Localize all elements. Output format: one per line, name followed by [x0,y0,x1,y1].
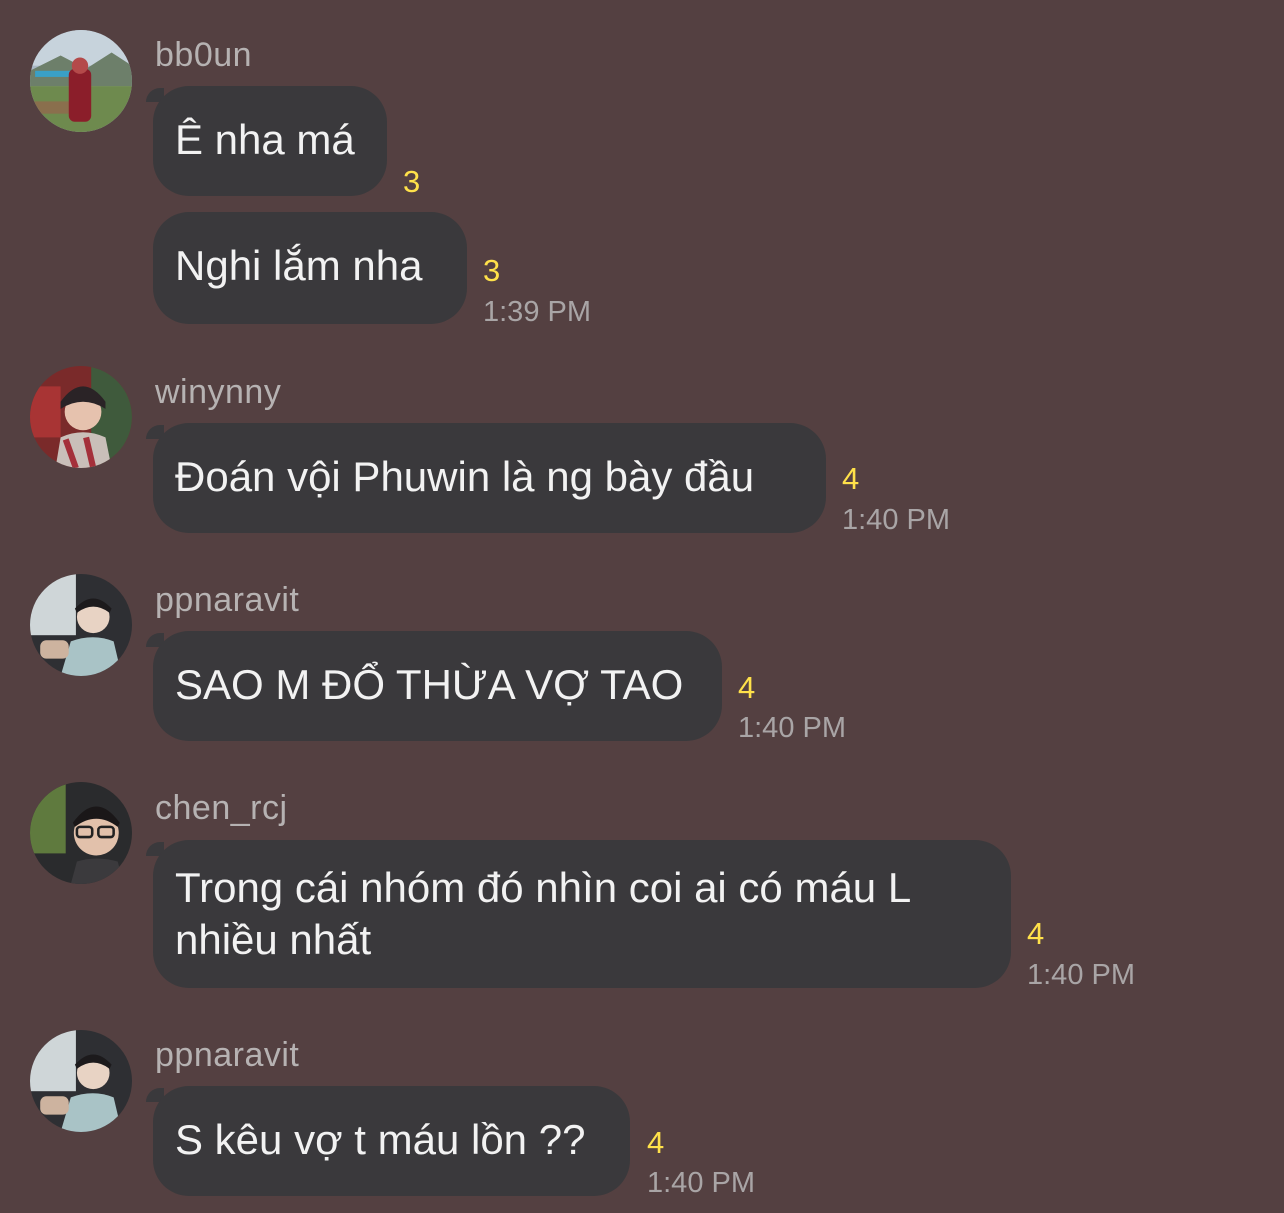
sender-name: ppnaravit [155,1036,300,1074]
avatar-ppnaravit[interactable] [30,1030,132,1132]
reaction-count[interactable]: 4 [738,671,755,705]
message-bubble[interactable]: Đoán vội Phuwin là ng bày đầu [153,423,826,533]
message-timestamp: 1:40 PM [647,1167,755,1199]
sender-name: winynny [155,373,282,411]
message-bubble[interactable]: SAO M ĐỔ THỪA VỢ TAO [153,631,722,741]
reaction-count[interactable]: 4 [647,1126,664,1160]
avatar-bb0un[interactable] [30,30,132,132]
message-timestamp: 1:40 PM [1027,959,1135,991]
message-timestamp: 1:40 PM [738,712,846,744]
reaction-count[interactable]: 3 [483,254,500,288]
sender-name: bb0un [155,36,253,74]
sender-name: ppnaravit [155,581,300,619]
reaction-count[interactable]: 4 [842,462,859,496]
message-bubble[interactable]: Trong cái nhóm đó nhìn coi ai có máu L n… [153,840,1011,988]
reaction-count[interactable]: 3 [403,165,420,199]
message-bubble[interactable]: Ê nha má [153,86,387,196]
avatar-ppnaravit[interactable] [30,574,132,676]
sender-name: chen_rcj [155,789,288,827]
message-timestamp: 1:39 PM [483,296,591,328]
avatar-winynny[interactable] [30,366,132,468]
message-bubble[interactable]: Nghi lắm nha [153,212,467,324]
reaction-count[interactable]: 4 [1027,917,1044,951]
avatar-chen_rcj[interactable] [30,782,132,884]
message-bubble[interactable]: S kêu vợ t máu lồn ?? [153,1086,630,1196]
message-timestamp: 1:40 PM [842,504,950,536]
